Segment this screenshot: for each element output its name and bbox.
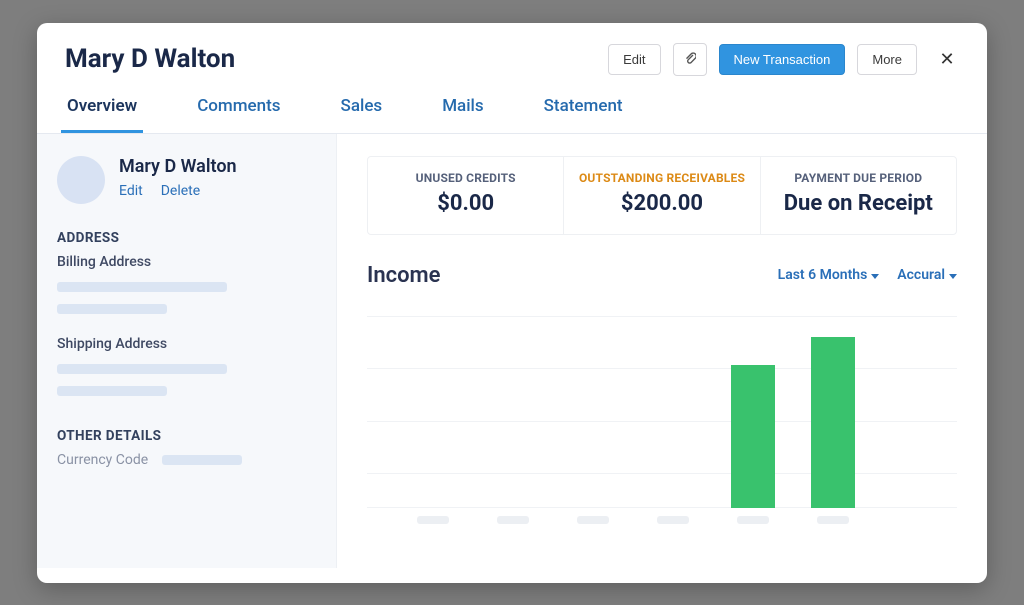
currency-code-label: Currency Code [57, 452, 148, 468]
placeholder-line [57, 282, 227, 292]
address-section: ADDRESS Billing Address Shipping Address [57, 224, 316, 396]
close-icon: ✕ [939, 49, 954, 70]
placeholder-line [57, 386, 167, 396]
basis-label: Accural [897, 267, 945, 283]
address-heading: ADDRESS [57, 230, 316, 246]
more-button[interactable]: More [857, 44, 917, 75]
chevron-down-icon [949, 274, 957, 279]
tab-comments[interactable]: Comments [191, 86, 286, 133]
chevron-down-icon [871, 274, 879, 279]
stat-outstanding-receivables: OUTSTANDING RECEIVABLES $200.00 [564, 157, 760, 234]
stat-row: UNUSED CREDITS $0.00 OUTSTANDING RECEIVA… [367, 156, 957, 235]
x-tick-placeholder [497, 516, 529, 524]
stat-value: $0.00 [378, 191, 553, 216]
tab-mails[interactable]: Mails [436, 86, 489, 133]
tabs: Overview Comments Sales Mails Statement [37, 86, 987, 134]
bar [811, 337, 855, 508]
profile-actions: Edit Delete [119, 183, 237, 199]
avatar [57, 156, 105, 204]
income-title: Income [367, 263, 760, 288]
other-details-heading: OTHER DETAILS [57, 428, 316, 444]
bar [731, 365, 775, 508]
stat-label: UNUSED CREDITS [378, 171, 553, 185]
stat-unused-credits: UNUSED CREDITS $0.00 [368, 157, 564, 234]
other-details-section: OTHER DETAILS Currency Code [57, 422, 316, 468]
placeholder-line [162, 455, 242, 465]
billing-address-label: Billing Address [57, 254, 316, 270]
bar-slot [811, 337, 855, 508]
currency-code-row: Currency Code [57, 452, 316, 468]
stat-value: Due on Receipt [771, 191, 946, 216]
income-header: Income Last 6 Months Accural [367, 263, 957, 288]
close-button[interactable]: ✕ [935, 47, 959, 71]
x-tick-placeholder [657, 516, 689, 524]
page-title: Mary D Walton [65, 44, 596, 74]
income-chart [367, 316, 957, 526]
tab-sales[interactable]: Sales [335, 86, 389, 133]
stat-label: PAYMENT DUE PERIOD [771, 171, 946, 185]
x-tick-placeholder [577, 516, 609, 524]
new-transaction-button[interactable]: New Transaction [719, 44, 846, 75]
profile-name: Mary D Walton [119, 156, 237, 177]
header: Mary D Walton Edit New Transaction More … [37, 23, 987, 86]
range-dropdown[interactable]: Last 6 Months [778, 267, 880, 283]
sidebar: Mary D Walton Edit Delete ADDRESS Billin… [37, 134, 337, 568]
placeholder-line [57, 364, 227, 374]
main: UNUSED CREDITS $0.00 OUTSTANDING RECEIVA… [337, 134, 987, 568]
stat-payment-due: PAYMENT DUE PERIOD Due on Receipt [761, 157, 956, 234]
attachment-button[interactable] [673, 43, 707, 76]
x-tick-placeholder [817, 516, 849, 524]
body: Mary D Walton Edit Delete ADDRESS Billin… [37, 134, 987, 568]
range-label: Last 6 Months [778, 267, 868, 283]
customer-detail-panel: Mary D Walton Edit New Transaction More … [37, 23, 987, 583]
basis-dropdown[interactable]: Accural [897, 267, 957, 283]
placeholder-line [57, 304, 167, 314]
stat-label: OUTSTANDING RECEIVABLES [574, 171, 749, 185]
paperclip-icon [684, 51, 696, 65]
edit-button[interactable]: Edit [608, 44, 660, 75]
profile-edit-link[interactable]: Edit [119, 183, 143, 199]
x-tick-placeholder [737, 516, 769, 524]
bar-slot [731, 365, 775, 508]
profile-delete-link[interactable]: Delete [161, 183, 200, 199]
profile-block: Mary D Walton Edit Delete [57, 156, 316, 204]
shipping-address-label: Shipping Address [57, 336, 316, 352]
stat-value: $200.00 [574, 191, 749, 216]
x-tick-placeholder [417, 516, 449, 524]
tab-statement[interactable]: Statement [538, 86, 629, 133]
tab-overview[interactable]: Overview [61, 86, 143, 133]
